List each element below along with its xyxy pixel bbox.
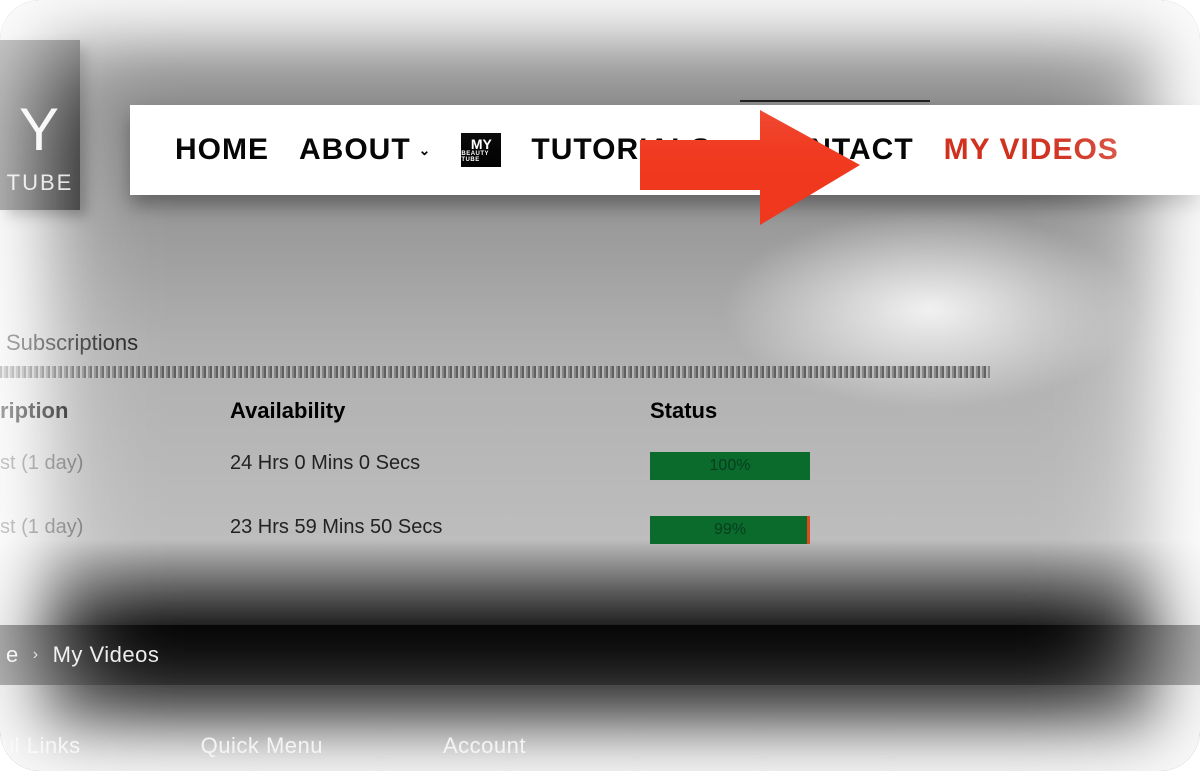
footer-col-quick-menu[interactable]: Quick Menu bbox=[201, 733, 323, 759]
table-row: st (1 day) 23 Hrs 59 Mins 50 Secs 99% bbox=[0, 506, 990, 570]
nav-home-label: HOME bbox=[175, 133, 269, 167]
cell-subscription: st (1 day) bbox=[0, 442, 230, 506]
cell-status: 99% bbox=[650, 506, 990, 570]
site-logo[interactable]: Y TUBE bbox=[0, 40, 80, 210]
footer-col-links[interactable]: ul Links bbox=[2, 733, 81, 759]
logo-text: TUBE bbox=[7, 170, 74, 196]
nav-contact-label: CONTACT bbox=[762, 133, 913, 167]
cell-status: 100% bbox=[650, 442, 990, 506]
nav-tutorials[interactable]: TUTORIALS ⌄ bbox=[531, 133, 732, 167]
breadcrumb-home[interactable]: e bbox=[6, 642, 19, 668]
cell-availability: 23 Hrs 59 Mins 50 Secs bbox=[230, 506, 650, 570]
progress-remaining-tick bbox=[807, 516, 810, 544]
breadcrumb-separator-icon: › bbox=[33, 646, 39, 664]
progress-value: 99% bbox=[714, 521, 746, 539]
footer-col-account[interactable]: Account bbox=[443, 733, 526, 759]
nav-about[interactable]: ABOUT ⌄ bbox=[299, 133, 431, 167]
subscriptions-section: Subscriptions ription Availability Statu… bbox=[0, 330, 990, 570]
breadcrumb-current: My Videos bbox=[53, 642, 160, 668]
nav-contact[interactable]: CONTACT bbox=[762, 133, 913, 167]
col-header-status: Status bbox=[650, 392, 990, 442]
main-nav: HOME ABOUT ⌄ MY BEAUTY TUBE TUTORIALS ⌄ … bbox=[130, 105, 1200, 195]
col-header-subscription: ription bbox=[0, 392, 230, 442]
page-frame: Y TUBE ⌄ HOME ABOUT ⌄ MY BEAUTY TUBE TUT… bbox=[0, 0, 1200, 771]
cell-subscription: st (1 day) bbox=[0, 506, 230, 570]
nav-about-label: ABOUT bbox=[299, 133, 411, 167]
footer: ul Links Quick Menu Account bbox=[0, 720, 1200, 771]
nav-my-videos-label: MY VIDEOS bbox=[944, 133, 1119, 167]
breadcrumb: e › My Videos bbox=[0, 625, 1200, 685]
progress-value: 100% bbox=[710, 457, 751, 475]
progress-bar: 99% bbox=[650, 516, 810, 544]
logo-glyph: Y bbox=[19, 100, 61, 160]
divider bbox=[0, 366, 990, 378]
nav-my-videos[interactable]: MY VIDEOS bbox=[944, 133, 1119, 167]
cell-availability: 24 Hrs 0 Mins 0 Secs bbox=[230, 442, 650, 506]
col-header-availability: Availability bbox=[230, 392, 650, 442]
progress-bar: 100% bbox=[650, 452, 810, 480]
nav-badge-bottom: BEAUTY TUBE bbox=[461, 151, 501, 163]
table-row: st (1 day) 24 Hrs 0 Mins 0 Secs 100% bbox=[0, 442, 990, 506]
nav-home[interactable]: HOME bbox=[175, 133, 269, 167]
nav-logo-badge[interactable]: MY BEAUTY TUBE bbox=[461, 133, 501, 167]
subscriptions-title: Subscriptions bbox=[6, 330, 990, 356]
subscriptions-table: ription Availability Status st (1 day) 2… bbox=[0, 392, 990, 570]
nav-badge-top: MY bbox=[471, 137, 492, 151]
chevron-down-icon: ⌄ bbox=[419, 142, 432, 159]
chevron-down-icon: ⌄ bbox=[720, 142, 733, 159]
nav-tutorials-label: TUTORIALS bbox=[531, 133, 711, 167]
